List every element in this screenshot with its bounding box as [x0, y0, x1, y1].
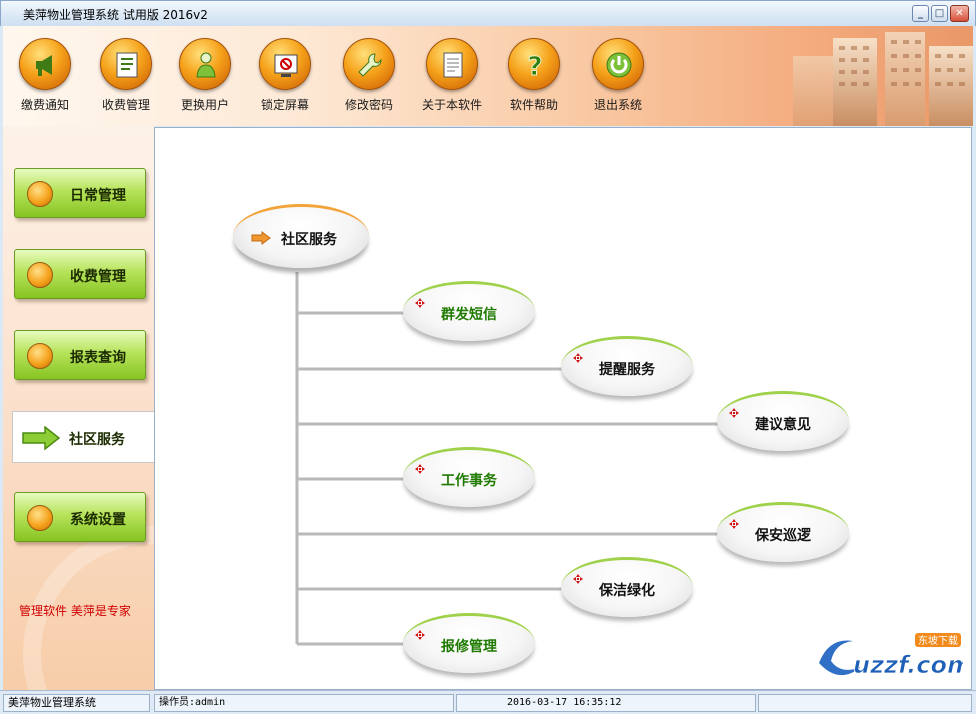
toolbar-label: 收费管理: [101, 98, 150, 112]
tree-root-node[interactable]: 社区服务: [233, 204, 369, 268]
status-datetime: 2016-03-17 16:35:12: [456, 694, 756, 712]
notepad-icon: [426, 38, 478, 90]
tree-node-repairs[interactable]: 报修管理: [403, 613, 535, 673]
tree-node-cleaning[interactable]: 保洁绿化: [561, 557, 693, 617]
sidebar-item-daily[interactable]: 日常管理: [14, 168, 146, 218]
svg-text:?: ?: [527, 52, 542, 80]
window-controls: _ □ ✕: [912, 5, 969, 22]
tree-node-security-patrol[interactable]: 保安巡逻: [717, 502, 849, 562]
sidebar-item-reports[interactable]: 报表查询: [14, 330, 146, 380]
help-icon: ?: [508, 38, 560, 90]
lock-screen-icon: [259, 38, 311, 90]
toolbar-billing-button[interactable]: 收费管理: [87, 38, 165, 113]
tree-node-work-tasks[interactable]: 工作事务: [403, 447, 535, 507]
user-icon: [179, 38, 231, 90]
arrow-right-icon: [251, 231, 271, 245]
tree-node-sms[interactable]: 群发短信: [403, 281, 535, 341]
toolbar-notice-button[interactable]: 缴费通知: [6, 38, 84, 113]
tree-node-label: 保安巡逻: [755, 528, 811, 544]
watermark-text: uzzf.com: [853, 651, 963, 679]
sidebar-item-label: 收费管理: [70, 269, 126, 285]
bullet-icon: [27, 505, 53, 531]
tree-node-suggestions[interactable]: 建议意见: [717, 391, 849, 451]
toolbar-help-button[interactable]: ? 软件帮助: [495, 38, 573, 113]
toolbar-label: 更换用户: [180, 98, 229, 112]
bullet-icon: [27, 181, 53, 207]
toolbar-switch-user-button[interactable]: 更换用户: [166, 38, 244, 113]
status-bar: 美萍物业管理系统 操作员:admin 2016-03-17 16:35:12: [0, 690, 976, 714]
status-operator: 操作员:admin: [154, 694, 454, 712]
toolbar: 缴费通知 收费管理 更换用户 锁定屏幕 修改密码 关于本软件 ? 软件帮助 退出…: [3, 26, 973, 126]
status-empty-panel: [758, 694, 972, 712]
toolbar-change-password-button[interactable]: 修改密码: [330, 38, 408, 113]
sidebar-slogan: 管理软件 美萍是专家: [19, 604, 131, 618]
bullet-icon: [27, 262, 53, 288]
maximize-button[interactable]: □: [931, 5, 948, 22]
sidebar-item-label: 系统设置: [70, 512, 126, 528]
toolbar-label: 关于本软件: [421, 98, 482, 112]
toolbar-label: 退出系统: [593, 98, 642, 112]
toolbar-lock-screen-button[interactable]: 锁定屏幕: [246, 38, 324, 113]
tree-node-reminder[interactable]: 提醒服务: [561, 336, 693, 396]
sidebar-item-label: 社区服务: [69, 432, 125, 448]
close-button[interactable]: ✕: [950, 5, 969, 22]
tree-root-label: 社区服务: [281, 232, 337, 248]
wrench-icon: [343, 38, 395, 90]
watermark-tag: 东坡下载: [918, 634, 958, 647]
window-title: 美萍物业管理系统 试用版 2016v2: [23, 8, 208, 22]
tree-node-label: 建议意见: [755, 417, 811, 433]
sidebar-item-settings[interactable]: 系统设置: [14, 492, 146, 542]
toolbar-label: 缴费通知: [20, 98, 69, 112]
tree-node-label: 工作事务: [441, 473, 497, 489]
tree-node-label: 报修管理: [441, 639, 497, 655]
sidebar-item-billing[interactable]: 收费管理: [14, 249, 146, 299]
toolbar-about-button[interactable]: 关于本软件: [413, 38, 491, 113]
toolbar-label: 锁定屏幕: [260, 98, 309, 112]
sidebar-item-community[interactable]: 社区服务: [12, 411, 154, 463]
buildings-illustration: [793, 32, 973, 126]
tree-node-label: 提醒服务: [599, 362, 655, 378]
sidebar-item-label: 报表查询: [70, 350, 126, 366]
tree-node-label: 保洁绿化: [599, 583, 655, 599]
minimize-button[interactable]: _: [912, 5, 929, 22]
title-bar: 美萍物业管理系统 试用版 2016v2 _ □ ✕: [0, 0, 976, 26]
watermark-logo: uzzf.com 东坡下载: [819, 633, 963, 679]
tree-node-label: 群发短信: [441, 307, 497, 323]
toolbar-exit-button[interactable]: 退出系统: [579, 38, 657, 113]
megaphone-icon: [19, 38, 71, 90]
main-panel: 社区服务 群发短信 提醒服务 建议意见 工作事务 保安巡逻 保洁绿化 报修管理 …: [154, 127, 972, 690]
status-app-name: 美萍物业管理系统: [3, 694, 150, 712]
power-icon: [592, 38, 644, 90]
toolbar-label: 软件帮助: [509, 98, 558, 112]
bullet-icon: [27, 343, 53, 369]
sidebar-item-label: 日常管理: [70, 188, 126, 204]
arrow-right-icon: [22, 426, 61, 450]
document-icon: [100, 38, 152, 90]
toolbar-label: 修改密码: [344, 98, 393, 112]
sidebar: 日常管理 收费管理 报表查询 社区服务 系统设置 管理软件 美萍是专家: [3, 126, 154, 690]
